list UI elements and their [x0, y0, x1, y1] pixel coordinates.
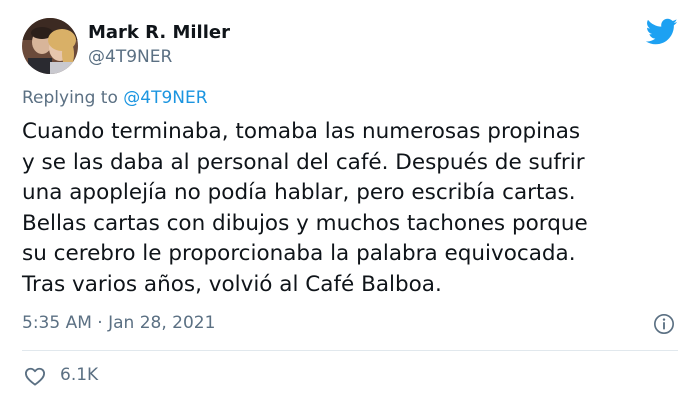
tweet-text-line: una apoplejía no podía hablar, pero escr…	[22, 180, 576, 205]
avatar-photo	[22, 18, 78, 74]
tweet-text-line: Cuando terminaba, tomaba las numerosas p…	[22, 119, 581, 144]
tweet-text-line: y se las daba al personal del café. Desp…	[22, 149, 585, 175]
tweet-text-line: Bellas cartas con dibujos y muchos tacho…	[22, 210, 588, 236]
tweet-card: Mark R. Miller @4T9NER Replying to @4T9N…	[0, 0, 700, 402]
divider	[22, 350, 678, 351]
like-count: 6.1K	[60, 365, 99, 385]
twitter-bird-icon[interactable]	[646, 18, 678, 46]
replying-to-label: Replying to	[22, 88, 118, 108]
tweet-text-line: su cerebro le proporcionaba la palabra e…	[22, 241, 576, 266]
author-display-name[interactable]: Mark R. Miller	[88, 22, 230, 43]
heart-icon[interactable]	[24, 366, 46, 386]
tweet-timestamp[interactable]: 5:35 AM · Jan 28, 2021	[22, 313, 215, 333]
replying-to-mention[interactable]: @4T9NER	[123, 88, 207, 108]
author-handle[interactable]: @4T9NER	[88, 47, 172, 67]
tweet-text: Cuando terminaba, tomaba las numerosas p…	[22, 117, 687, 300]
tweet-text-line: Tras varios años, volvió al Café Balboa.	[22, 271, 442, 297]
replying-to: Replying to @4T9NER	[22, 88, 208, 108]
info-icon[interactable]	[653, 313, 675, 335]
avatar[interactable]	[22, 18, 78, 74]
